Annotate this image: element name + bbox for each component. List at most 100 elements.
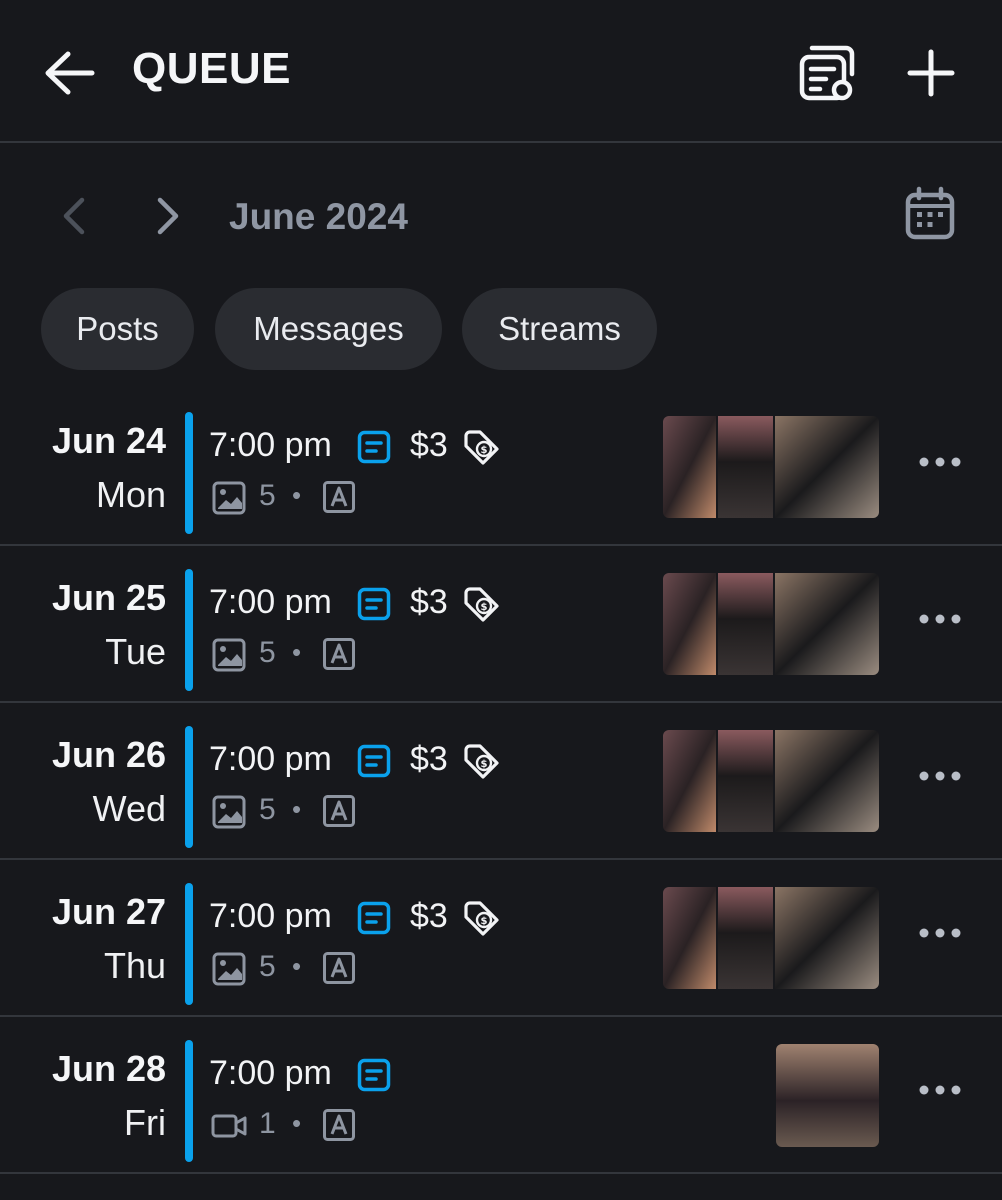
price-tag-icon: $	[462, 585, 500, 623]
accent-bar	[185, 883, 193, 1005]
auto-text-icon	[322, 1108, 356, 1142]
thumbnail-strip	[663, 887, 879, 989]
text-post-icon	[357, 901, 391, 935]
calendar-button[interactable]	[902, 186, 958, 242]
auto-text-icon	[322, 480, 356, 514]
text-post-icon	[357, 744, 391, 778]
item-weekday: Tue	[105, 631, 166, 672]
row-divider	[0, 1172, 1002, 1174]
item-time: 7:00 pm	[209, 583, 332, 621]
accent-bar	[185, 1040, 193, 1162]
image-icon	[211, 480, 247, 516]
item-weekday: Thu	[103, 945, 166, 986]
item-time: 7:00 pm	[209, 740, 332, 778]
accent-bar	[185, 412, 193, 534]
media-count: 1	[259, 1107, 276, 1140]
post-thumbnail[interactable]	[663, 416, 716, 518]
post-thumbnail[interactable]	[718, 730, 773, 832]
more-horizontal-icon	[916, 452, 964, 472]
video-camera-icon	[211, 1108, 247, 1144]
more-horizontal-icon	[916, 609, 964, 629]
media-count: 5	[259, 950, 276, 983]
filter-posts-chip[interactable]: Posts	[41, 288, 194, 370]
row-divider	[0, 544, 1002, 546]
media-count: 5	[259, 793, 276, 826]
filter-streams-chip[interactable]: Streams	[462, 288, 657, 370]
month-label: June 2024	[229, 196, 408, 237]
item-date: Jun 26	[51, 734, 166, 775]
item-weekday: Wed	[92, 788, 166, 829]
back-button[interactable]	[42, 48, 96, 98]
previous-month-button[interactable]	[56, 194, 92, 238]
post-thumbnail[interactable]	[776, 1044, 879, 1147]
row-divider	[0, 1015, 1002, 1017]
text-post-icon	[357, 587, 391, 621]
filter-messages-chip[interactable]: Messages	[215, 288, 442, 370]
row-divider	[0, 858, 1002, 860]
item-date: Jun 24	[51, 420, 166, 461]
auto-text-icon	[322, 794, 356, 828]
queue-item[interactable]: Jun 26 Wed 7:00 pm $3 $5 •	[0, 720, 1002, 876]
price-tag-icon: $	[462, 428, 500, 466]
item-price: $3	[410, 740, 448, 778]
post-thumbnail[interactable]	[718, 887, 773, 989]
queue-item[interactable]: Jun 24 Mon 7:00 pm $3 $5 •	[0, 406, 1002, 562]
header-divider	[0, 141, 1002, 143]
item-date: Jun 27	[51, 891, 166, 932]
page-title: QUEUE	[132, 44, 291, 93]
more-options-button[interactable]	[916, 923, 964, 943]
more-options-button[interactable]	[916, 1080, 964, 1100]
item-time: 7:00 pm	[209, 897, 332, 935]
svg-text:$: $	[481, 602, 488, 613]
more-options-button[interactable]	[916, 609, 964, 629]
thumbnail-strip	[663, 573, 879, 675]
text-post-icon	[357, 430, 391, 464]
add-button[interactable]	[904, 46, 958, 100]
price-tag-icon: $	[462, 899, 500, 937]
svg-text:$: $	[481, 759, 488, 770]
post-thumbnail[interactable]	[663, 573, 716, 675]
post-thumbnail[interactable]	[775, 887, 879, 989]
auto-text-icon	[322, 951, 356, 985]
row-divider	[0, 701, 1002, 703]
media-count: 5	[259, 479, 276, 512]
queue-list-button[interactable]	[798, 44, 856, 102]
post-thumbnail[interactable]	[718, 416, 773, 518]
text-post-icon	[357, 1058, 391, 1092]
item-price: $3	[410, 583, 448, 621]
plus-icon	[907, 49, 955, 97]
item-price: $3	[410, 897, 448, 935]
chevron-right-icon	[157, 197, 179, 235]
accent-bar	[185, 726, 193, 848]
svg-text:$: $	[481, 445, 488, 456]
meta-separator: •	[292, 951, 302, 981]
image-icon	[211, 637, 247, 673]
image-icon	[211, 951, 247, 987]
queue-item[interactable]: Jun 25 Tue 7:00 pm $3 $5 •	[0, 563, 1002, 719]
queue-item[interactable]: Jun 28 Fri 7:00 pm 1 •	[0, 1034, 1002, 1190]
post-thumbnail[interactable]	[775, 416, 879, 518]
post-thumbnail[interactable]	[718, 573, 773, 675]
post-thumbnail[interactable]	[663, 730, 716, 832]
post-thumbnail[interactable]	[663, 887, 716, 989]
queue-item[interactable]: Jun 27 Thu 7:00 pm $3 $5 •	[0, 877, 1002, 1033]
item-time: 7:00 pm	[209, 1054, 332, 1092]
media-count: 5	[259, 636, 276, 669]
post-thumbnail[interactable]	[775, 573, 879, 675]
svg-text:$: $	[481, 916, 488, 927]
thumbnail-strip	[663, 730, 879, 832]
item-date: Jun 25	[51, 577, 166, 618]
item-weekday: Fri	[124, 1102, 166, 1143]
list-settings-icon	[799, 45, 855, 101]
more-options-button[interactable]	[916, 766, 964, 786]
item-time: 7:00 pm	[209, 426, 332, 464]
next-month-button[interactable]	[150, 194, 186, 238]
chevron-left-icon	[63, 197, 85, 235]
more-options-button[interactable]	[916, 452, 964, 472]
thumbnail-strip	[663, 416, 879, 518]
arrow-left-icon	[45, 51, 95, 95]
post-thumbnail[interactable]	[775, 730, 879, 832]
image-icon	[211, 794, 247, 830]
more-horizontal-icon	[916, 766, 964, 786]
calendar-icon	[905, 186, 955, 240]
